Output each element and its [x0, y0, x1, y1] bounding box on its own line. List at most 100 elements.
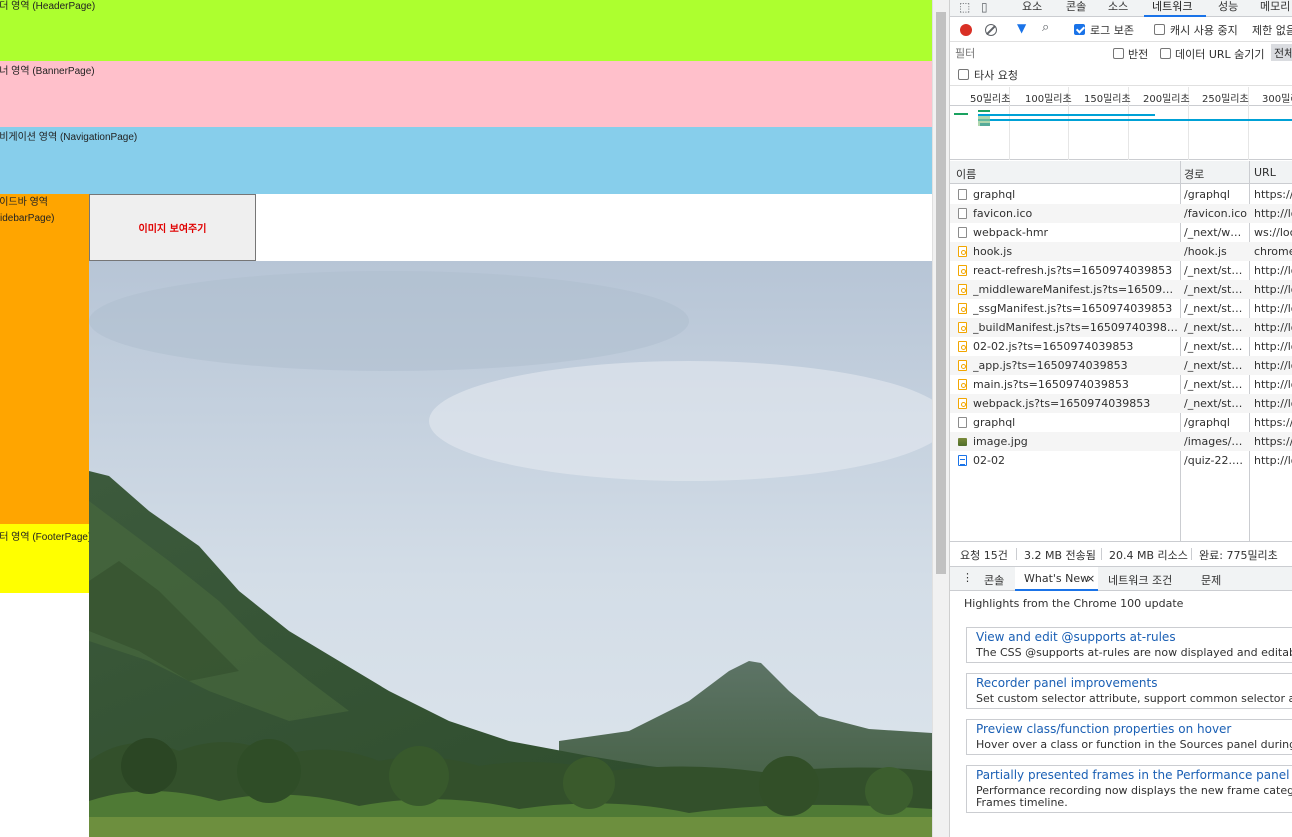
request-url: https://b [1254, 416, 1292, 429]
table-row[interactable]: graphql/graphql https://b [950, 413, 1292, 432]
table-row[interactable]: react-refresh.js?ts=1650974039853 /_next/… [950, 261, 1292, 280]
request-url: http://lo [1254, 207, 1292, 220]
feature-card-desc: Hover over a class or function in the So… [976, 738, 1292, 751]
devtools-panel: ⬚ ▯ 요소 콘솔 소스 네트워크 성능 메모리 ▼ ⌕ 로그 보존 캐시 사용… [949, 0, 1292, 837]
resource-size: 20.4 MB 리소스 [1109, 549, 1188, 562]
banner-region: 배너 영역 (BannerPage) [0, 61, 932, 127]
feature-card-title[interactable]: Partially presented frames in the Perfor… [976, 768, 1289, 782]
request-url: http://lo [1254, 397, 1292, 410]
request-name: hook.js [973, 245, 1013, 258]
header-label: 헤더 영역 (HeaderPage) [0, 1, 96, 12]
column-name-header[interactable]: 이름 [956, 166, 976, 182]
column-url-header[interactable]: URL [1254, 166, 1276, 179]
table-row[interactable]: _buildManifest.js?ts=1650974039853 /_next… [950, 318, 1292, 337]
table-row[interactable]: _app.js?ts=1650974039853 /_next/stati... h… [950, 356, 1292, 375]
table-row[interactable]: favicon.ico/favicon.ico http://lo [950, 204, 1292, 223]
script-icon [958, 322, 967, 333]
inspect-element-icon[interactable]: ⬚ [959, 0, 970, 14]
hide-data-urls-checkbox[interactable] [1160, 48, 1171, 59]
tab-elements[interactable]: 요소 [1022, 0, 1042, 14]
tab-sources[interactable]: 소스 [1108, 0, 1128, 14]
request-name: main.js?ts=1650974039853 [973, 378, 1129, 391]
column-path-header[interactable]: 경로 [1184, 166, 1204, 182]
filter-all-button[interactable]: 전체 [1271, 44, 1292, 61]
feature-card-desc: Set custom selector attribute, support c… [976, 692, 1292, 705]
disable-cache-checkbox[interactable] [1154, 24, 1165, 35]
request-table-header: 이름 경로 URL [950, 161, 1292, 184]
devtools-tab-bar: ⬚ ▯ 요소 콘솔 소스 네트워크 성능 메모리 [950, 0, 1292, 17]
drawer-menu-icon[interactable]: ⋮ [962, 571, 973, 584]
table-row[interactable]: 02-02.js?ts=1650974039853 /_next/stati...… [950, 337, 1292, 356]
request-count: 요청 15건 [960, 549, 1008, 562]
drawer-tab-issues[interactable]: 문제 [1201, 572, 1221, 588]
feature-card[interactable]: Preview class/function properties on hov… [966, 719, 1292, 755]
request-path: /hook.js [1184, 245, 1227, 258]
feature-card[interactable]: Recorder panel improvements Set custom s… [966, 673, 1292, 709]
feature-card-title[interactable]: Recorder panel improvements [976, 676, 1157, 690]
request-url: https://v [1254, 435, 1292, 448]
preserve-log-checkbox[interactable] [1074, 24, 1085, 35]
close-icon[interactable]: × [1086, 572, 1095, 585]
feature-card[interactable]: Partially presented frames in the Perfor… [966, 765, 1292, 813]
feature-card[interactable]: View and edit @supports at-rules The CSS… [966, 627, 1292, 663]
invert-label: 반전 [1128, 48, 1149, 61]
filter-icon[interactable]: ▼ [1017, 21, 1026, 35]
request-name: favicon.ico [973, 207, 1033, 220]
disable-cache-label: 캐시 사용 중지 [1170, 24, 1238, 37]
table-row[interactable]: hook.js/hook.js chrome- [950, 242, 1292, 261]
request-path: /_next/web... [1184, 226, 1248, 239]
request-name: _middlewareManifest.js?ts=1650974039... [973, 283, 1179, 296]
tab-performance[interactable]: 성능 [1218, 0, 1238, 14]
filter-input[interactable] [953, 45, 1101, 62]
tab-memory[interactable]: 메모리 [1260, 0, 1290, 14]
request-name: _ssgManifest.js?ts=1650974039853 [973, 302, 1173, 315]
table-row[interactable]: image.jpg/images/d... https://v [950, 432, 1292, 451]
overview-waterfall [954, 110, 1292, 126]
drawer-tab-bar: ⋮ 콘솔 What's New × 네트워크 조건 문제 [950, 566, 1292, 591]
table-row[interactable]: _ssgManifest.js?ts=1650974039853 /_next/s… [950, 299, 1292, 318]
throttling-select[interactable]: 제한 없음 [1252, 22, 1292, 38]
script-icon [958, 398, 967, 409]
clear-icon[interactable] [985, 24, 997, 36]
table-row[interactable]: _middlewareManifest.js?ts=1650974039... /… [950, 280, 1292, 299]
record-icon[interactable] [960, 24, 972, 36]
script-icon [958, 360, 967, 371]
request-path: /_next/stati... [1184, 321, 1248, 334]
scrollbar-thumb[interactable] [936, 12, 946, 574]
request-url: http://lo [1254, 340, 1292, 353]
table-row[interactable]: webpack-hmr /_next/web... ws://loca [950, 223, 1292, 242]
navigation-label: 네비게이션 영역 (NavigationPage) [0, 132, 138, 143]
drawer-tab-network-conditions[interactable]: 네트워크 조건 [1108, 572, 1172, 588]
script-icon [958, 341, 967, 352]
request-path: /favicon.ico [1184, 207, 1247, 220]
script-icon [958, 284, 967, 295]
show-image-button[interactable]: 이미지 보여주기 [89, 194, 256, 261]
table-row[interactable]: graphql/graphql https://b [950, 185, 1292, 204]
table-row[interactable]: webpack.js?ts=1650974039853 /_next/stati.… [950, 394, 1292, 413]
request-path: /quiz-22.0... [1184, 454, 1248, 467]
request-path: /_next/stati... [1184, 359, 1248, 372]
request-name: _app.js?ts=1650974039853 [973, 359, 1128, 372]
request-name: image.jpg [973, 435, 1028, 448]
drawer-tab-whats-new[interactable]: What's New [1024, 572, 1089, 585]
request-name: 02-02.js?ts=1650974039853 [973, 340, 1134, 353]
table-row[interactable]: 02-02/quiz-22.0... http://lo [950, 451, 1292, 470]
tab-network[interactable]: 네트워크 [1152, 0, 1192, 14]
feature-card-desc-continued: Frames timeline. [976, 796, 1068, 809]
request-name: _buildManifest.js?ts=1650974039853 [973, 321, 1179, 334]
network-overview[interactable]: 50밀리초 100밀리초 150밀리초 200밀리초 250밀리초 300밀리초 [950, 87, 1292, 160]
invert-checkbox[interactable] [1113, 48, 1124, 59]
drawer-tab-console[interactable]: 콘솔 [984, 572, 1004, 588]
page-scrollbar[interactable] [932, 0, 949, 837]
tab-console[interactable]: 콘솔 [1066, 0, 1086, 14]
blank-file-icon [958, 208, 967, 219]
request-path: /images/d... [1184, 435, 1248, 448]
device-toolbar-icon[interactable]: ▯ [981, 0, 988, 14]
feature-card-title[interactable]: View and edit @supports at-rules [976, 630, 1176, 644]
feature-card-title[interactable]: Preview class/function properties on hov… [976, 722, 1231, 736]
third-party-checkbox[interactable] [958, 69, 969, 80]
sidebar-label: 사이드바 영역 (SidebarPage) [0, 197, 55, 224]
table-row[interactable]: main.js?ts=1650974039853 /_next/stati... h… [950, 375, 1292, 394]
search-icon[interactable]: ⌕ [1042, 20, 1049, 35]
request-url: http://lo [1254, 302, 1292, 315]
